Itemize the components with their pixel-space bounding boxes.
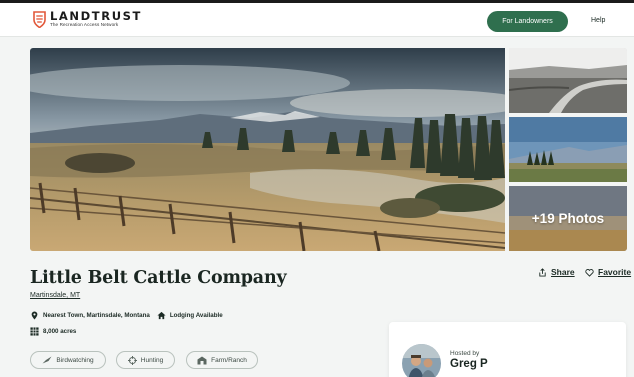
location-link[interactable]: Martinsdale, MT bbox=[30, 292, 80, 299]
favorite-button[interactable]: Favorite bbox=[585, 267, 631, 277]
host-name[interactable]: Greg P bbox=[450, 358, 488, 370]
host-card: Hosted by Greg P bbox=[389, 322, 626, 377]
hosted-by-label: Hosted by bbox=[450, 350, 480, 357]
tag-label: Birdwatching bbox=[56, 356, 94, 364]
for-landowners-button[interactable]: For Landowners bbox=[487, 11, 568, 32]
home-icon bbox=[157, 311, 166, 320]
host-avatar[interactable] bbox=[402, 344, 441, 377]
heart-icon bbox=[585, 268, 594, 277]
gravel-road-image bbox=[509, 48, 627, 113]
barn-icon bbox=[197, 356, 207, 364]
main-photo[interactable] bbox=[30, 48, 505, 251]
tag-label: Farm/Ranch bbox=[211, 356, 247, 364]
host-photo-image bbox=[402, 344, 441, 377]
acreage: 8,000 acres bbox=[43, 328, 77, 335]
crosshair-icon bbox=[127, 355, 137, 365]
tag-birdwatching[interactable]: Birdwatching bbox=[30, 351, 106, 369]
lodging-status: Lodging Available bbox=[169, 312, 223, 319]
share-button[interactable]: Share bbox=[538, 267, 575, 277]
bird-icon bbox=[42, 356, 52, 364]
tag-farm-ranch[interactable]: Farm/Ranch bbox=[186, 351, 258, 369]
favorite-label: Favorite bbox=[598, 267, 632, 277]
share-icon bbox=[539, 267, 546, 277]
nearest-town: Nearest Town, Martinsdale, Montana bbox=[43, 312, 150, 319]
logo[interactable]: LANDTRUST The Recreation Access Network bbox=[33, 9, 142, 28]
ranch-landscape-image bbox=[30, 48, 505, 251]
brand-tagline: The Recreation Access Network bbox=[50, 22, 119, 27]
help-link[interactable]: Help bbox=[591, 17, 605, 24]
acreage-row: 8,000 acres bbox=[30, 327, 76, 336]
grid-icon bbox=[30, 327, 39, 336]
trees-and-mountains-image bbox=[509, 117, 627, 182]
site-header: LANDTRUST The Recreation Access Network … bbox=[0, 3, 634, 37]
tag-label: Hunting bbox=[140, 356, 164, 364]
landtrust-shield-icon bbox=[33, 11, 46, 28]
listing-title: Little Belt Cattle Company bbox=[30, 268, 287, 288]
share-label: Share bbox=[551, 267, 575, 277]
tag-hunting[interactable]: Hunting bbox=[116, 351, 175, 369]
side-photo-2[interactable] bbox=[509, 117, 627, 182]
side-photo-3[interactable]: +19 Photos bbox=[509, 186, 627, 251]
more-photos-overlay[interactable]: +19 Photos bbox=[509, 186, 627, 251]
brand-name: LANDTRUST bbox=[50, 9, 142, 23]
side-photo-1[interactable] bbox=[509, 48, 627, 113]
listing-info-row: Nearest Town, Martinsdale, Montana Lodgi… bbox=[30, 311, 223, 320]
map-pin-icon bbox=[31, 311, 38, 320]
